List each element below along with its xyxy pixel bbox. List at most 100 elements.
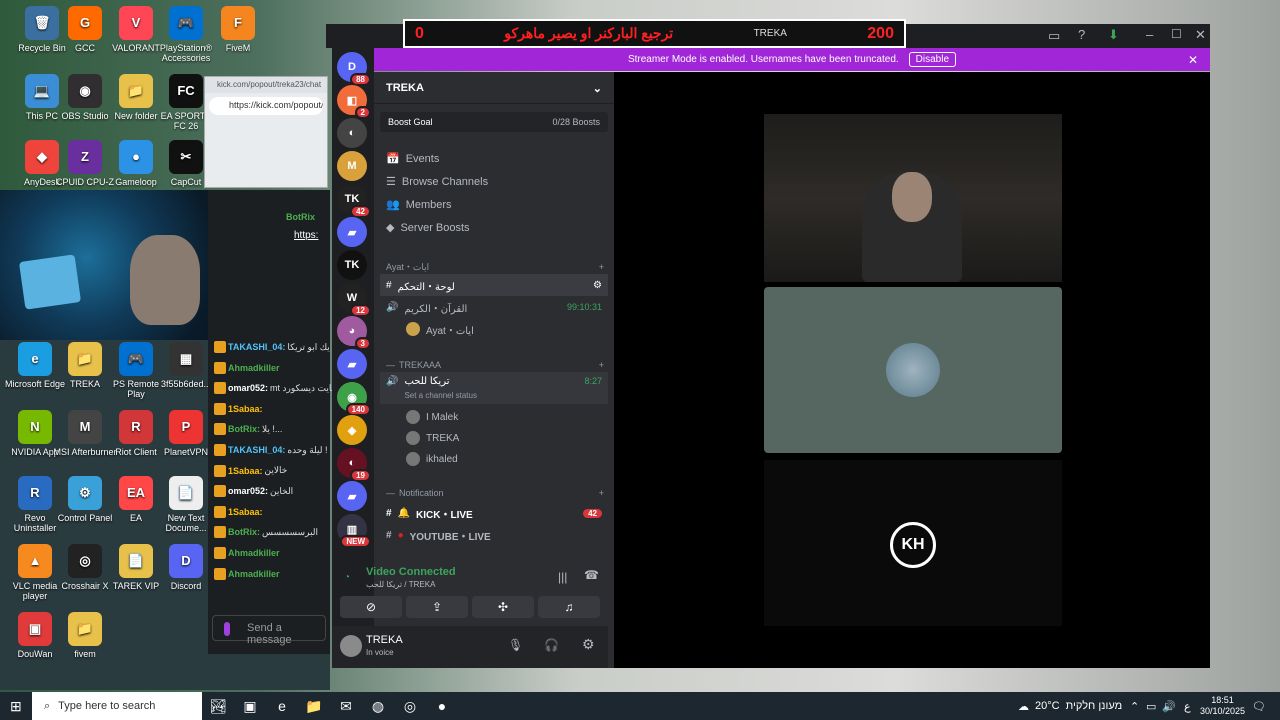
soundboard-button[interactable]: ♫ [538, 596, 600, 618]
category-ayat[interactable]: Ayat・ايات + [386, 260, 604, 273]
noise-icon[interactable]: ||| [558, 570, 567, 584]
add-channel-icon[interactable]: + [599, 262, 604, 272]
video-tile-avatar[interactable] [764, 287, 1062, 453]
voice-sub[interactable]: تريكا للحب / TREKA [366, 580, 435, 589]
chat-user[interactable]: omar052: [228, 383, 268, 393]
server-icon[interactable]: ▥ NEW [337, 514, 371, 548]
desktop-icon[interactable]: F FiveM [206, 6, 270, 53]
server-icon[interactable]: D 88 [337, 52, 371, 86]
voice-user[interactable]: I Malek [380, 406, 608, 428]
channel-youtube[interactable]: # ● YOUTUBE・LIVE [380, 524, 608, 546]
volume-icon[interactable]: 🔊 [1162, 700, 1176, 713]
chat-user[interactable]: TAKASHI_04: [228, 342, 285, 352]
server-icon[interactable]: ▰ [337, 217, 367, 247]
channel-control[interactable]: # لوحة・التحكم ⚙ [380, 274, 608, 296]
language-indicator[interactable]: ع [1184, 700, 1191, 713]
network-icon[interactable]: ▭ [1146, 700, 1156, 713]
edge-icon[interactable]: e [266, 692, 298, 720]
server-icon[interactable]: TK 42 [337, 184, 371, 218]
server-icon[interactable]: ◉ 140 [337, 382, 371, 416]
monitor-icon[interactable]: ▭ [1048, 28, 1060, 44]
channel-kick[interactable]: # 🔔 KICK・LIVE 42 [380, 502, 608, 524]
channel-status[interactable]: Set a channel status [404, 391, 477, 400]
nav-server-boosts[interactable]: ◆ Server Boosts [386, 221, 470, 235]
voice-user[interactable]: TREKA [380, 427, 608, 449]
activity-button[interactable]: ✣ [472, 596, 534, 618]
avatar[interactable] [340, 635, 362, 657]
mail-icon[interactable]: ✉ [330, 692, 362, 720]
server-icon[interactable]: TK [337, 250, 367, 280]
channel-quran[interactable]: 🔊 القرآن・الكريم 99:10:31 [380, 296, 608, 318]
voice-user-ayat[interactable]: Ayat・ايات [380, 318, 608, 340]
chat-user[interactable]: 1Sabaa: [228, 507, 263, 517]
weather-temp[interactable]: 20°C [1035, 700, 1060, 712]
category-trekaaa[interactable]: — TREKAAA + [386, 360, 604, 370]
server-icon[interactable]: M [337, 151, 367, 181]
chat-user[interactable]: Ahmadkiller [228, 548, 280, 558]
address-bar[interactable]: https://kick.com/popout/ [209, 97, 323, 115]
chrome-icon[interactable]: ◍ [362, 692, 394, 720]
guild-header[interactable]: TREKA ⌄ [374, 72, 614, 104]
chat-message: BotRix: يلا !... [214, 420, 282, 438]
speaker-icon: 🔊 [386, 301, 399, 313]
chat-user[interactable]: 1Sabaa: [228, 466, 263, 476]
chevron-up-icon[interactable]: ⌃ [1130, 700, 1139, 713]
mic-icon[interactable] [224, 622, 230, 636]
add-channel-icon[interactable]: + [599, 360, 604, 370]
windows-start-icon[interactable]: ⊞ [10, 698, 22, 715]
chat-user[interactable]: omar052: [228, 486, 268, 496]
signal-icon[interactable]: ◔ [344, 572, 350, 583]
banner-close-icon[interactable]: ✕ [1188, 53, 1198, 67]
gear-icon[interactable]: ⚙ [593, 280, 602, 291]
settings-icon[interactable]: ⚙ [582, 636, 595, 653]
server-icon[interactable]: ▰ [337, 349, 367, 379]
desktop-icon[interactable]: 📁 fivem [53, 612, 117, 659]
chat-user[interactable]: TAKASHI_04: [228, 445, 285, 455]
chat-user[interactable]: BotRix: [228, 424, 260, 434]
headphones-icon[interactable]: 🎧 [544, 638, 559, 652]
app-icon: 🎮 [169, 6, 203, 40]
server-icon[interactable]: W 12 [337, 283, 371, 317]
chat-user[interactable]: Ahmadkiller [228, 363, 280, 373]
taskbar-search[interactable]: ⌕ Type here to search [32, 692, 202, 720]
video-tile-camera[interactable] [764, 114, 1062, 282]
chat-user[interactable]: Ahmadkiller [228, 569, 280, 579]
channel-voice[interactable]: 🔊 تريكا للحب Set a channel status 8:27 [380, 372, 608, 404]
explorer-icon[interactable]: 📁 [298, 692, 330, 720]
server-icon[interactable]: ▰ [337, 481, 367, 511]
category-notification[interactable]: — Notification + [386, 488, 604, 498]
disable-button[interactable]: Disable [908, 52, 957, 67]
nav-events[interactable]: 📅 Events [386, 152, 439, 166]
clock[interactable]: 18:51 30/10/2025 [1200, 695, 1245, 717]
nav-browse-channels[interactable]: ☰ Browse Channels [386, 175, 488, 189]
chat-link[interactable]: https: [294, 230, 318, 241]
video-tile-logo[interactable]: KH [764, 460, 1062, 626]
minimize-icon[interactable]: – [1146, 27, 1153, 42]
add-channel-icon[interactable]: + [599, 488, 604, 498]
server-icon[interactable]: ◕ 3 [337, 316, 371, 350]
boost-goal[interactable]: Boost Goal 0/28 Boosts [380, 112, 608, 132]
server-badge: 3 [354, 337, 371, 350]
screenshare-button[interactable]: ⇪ [406, 596, 468, 618]
app-icon[interactable]: ● [426, 692, 458, 720]
chat-user[interactable]: BotRix: [228, 527, 260, 537]
close-icon[interactable]: ✕ [1195, 27, 1206, 43]
server-icon[interactable]: ◧ 2 [337, 85, 371, 119]
chat-user[interactable]: 1Sabaa: [228, 404, 263, 414]
camera-button[interactable]: ⊘ [340, 596, 402, 618]
browser-tab[interactable]: kick.com/popout/treka23/chat [205, 77, 327, 93]
help-icon[interactable]: ? [1078, 27, 1085, 42]
disconnect-icon[interactable]: ☎ [584, 568, 599, 582]
microphone-icon[interactable]: 🎙 [508, 638, 523, 652]
browser-window[interactable]: kick.com/popout/treka23/chat https://kic… [204, 76, 328, 188]
server-icon[interactable]: ◐ 19 [337, 448, 371, 482]
server-icon[interactable]: ◈ [337, 415, 367, 445]
maximize-icon[interactable]: ☐ [1171, 27, 1182, 41]
taskview-icon[interactable]: ▣ [234, 692, 266, 720]
download-icon[interactable]: ⬇ [1108, 27, 1119, 43]
notification-icon[interactable]: 🗨 [1252, 700, 1266, 713]
nav-members[interactable]: 👥 Members [386, 198, 452, 212]
discord-icon[interactable]: ◎ [394, 692, 426, 720]
server-icon[interactable]: ◐ [337, 118, 367, 148]
voice-user[interactable]: ikhaled [380, 448, 608, 470]
